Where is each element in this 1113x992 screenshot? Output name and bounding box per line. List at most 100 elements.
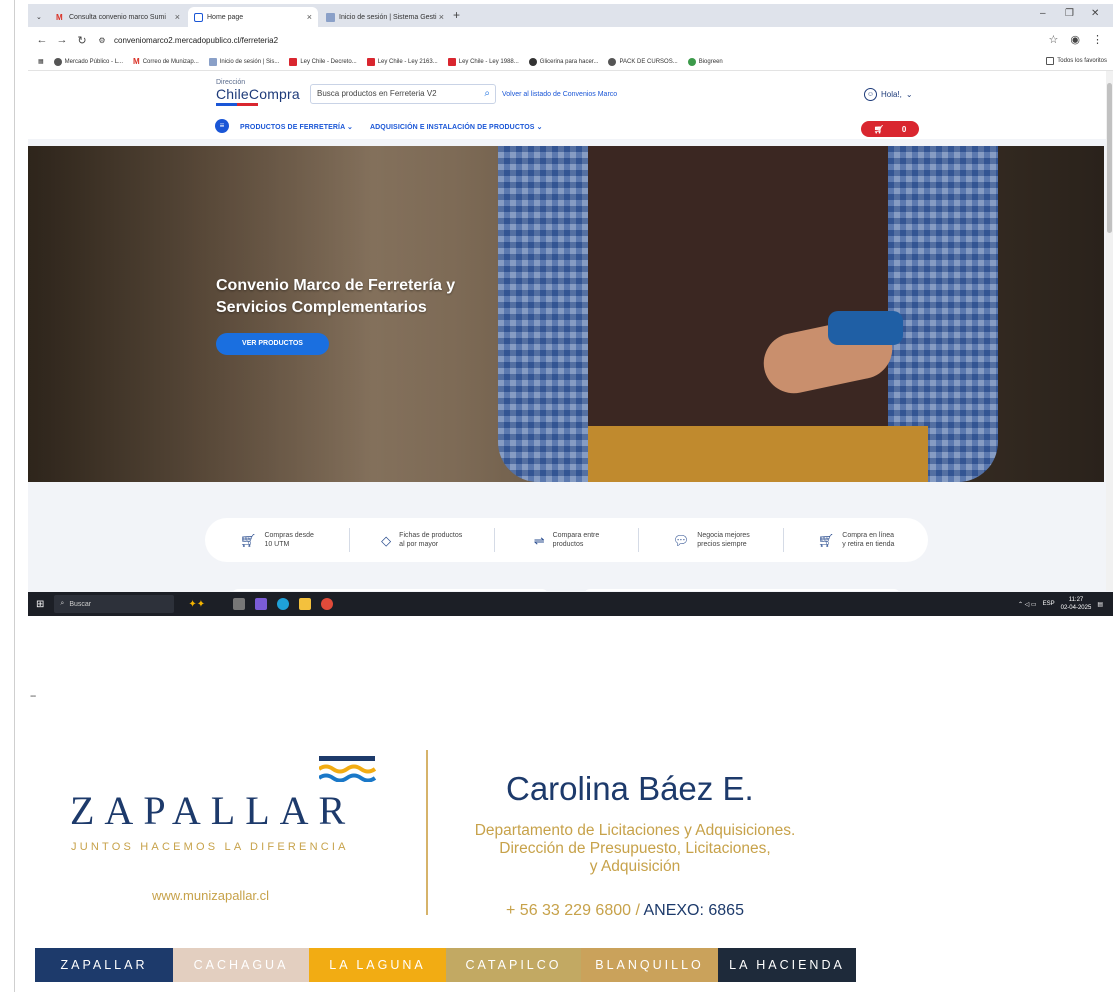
scrollbar-thumb[interactable] [1107, 83, 1112, 233]
screenshot: ⌄ M Consulta convenio marco Sumi × Home … [28, 4, 1113, 616]
close-icon[interactable]: × [307, 12, 312, 22]
tab-label: Inicio de sesión | Sistema Gesti [339, 13, 437, 21]
tray-icons[interactable]: ⌃ ◁ ▭ [1018, 601, 1037, 608]
notification-icon[interactable]: ▤ [1097, 601, 1103, 608]
minimize-icon[interactable]: – [1040, 8, 1046, 19]
apps-icon[interactable]: ▦ [38, 58, 44, 65]
hero-title: Convenio Marco de Ferretería y Servicios… [216, 277, 456, 316]
address-bar-actions: ☆ ◉ ⋮ [1049, 33, 1103, 46]
feature-compara: ⇌ Compara entre productos [495, 528, 640, 552]
signature-name: Carolina Báez E. [506, 770, 754, 807]
site-header: Dirección ChileCompra Busca productos en… [28, 71, 1106, 139]
place-la-laguna: LA LAGUNA [309, 948, 446, 982]
feature-compras-desde: 🛒︎ Compras desde 10 UTM [205, 528, 350, 552]
reload-icon[interactable]: ↻ [76, 34, 88, 47]
tab-home-page[interactable]: Home page × [188, 7, 318, 27]
chevron-down-icon: ⌄ [905, 90, 913, 99]
taskbar-search[interactable]: ⌕ Buscar [54, 595, 175, 613]
ver-productos-button[interactable]: VER PRODUCTOS [216, 333, 329, 355]
file-explorer-icon[interactable] [299, 598, 312, 610]
bookmarks-bar: ▦ Mercado Público - L... M Correo de Muni… [28, 53, 1113, 71]
chat-icon: 💬︎ [672, 532, 690, 548]
search-input[interactable]: Busca productos en Ferreteria V2 ⌕ [310, 84, 496, 104]
hero-banner: Convenio Marco de Ferretería y Servicios… [28, 146, 1104, 482]
gmail-icon: M [56, 12, 63, 22]
quote-rule [14, 0, 15, 992]
user-menu[interactable]: ☺ Hola!, ⌄ [864, 88, 913, 101]
globe-icon [53, 57, 62, 66]
search-icon: ⌕ [60, 600, 65, 607]
tag-icon: ◇ [381, 532, 392, 548]
bookmark-inicio-sesion[interactable]: Inicio de sesión | Sis... [208, 57, 279, 66]
localities-banner: ZAPALLAR CACHAGUA LA LAGUNA CATAPILCO BL… [35, 948, 856, 982]
feature-fichas-productos: ◇ Fichas de productos al por mayor [350, 528, 495, 552]
page-scrollbar[interactable] [1106, 71, 1113, 591]
flower-icon [528, 57, 537, 66]
cart-icon: 🛒︎ [239, 532, 257, 548]
bookmark-biogreen[interactable]: Biogreen [687, 57, 723, 66]
leychile-icon [289, 57, 298, 66]
chilecompra-page: Dirección ChileCompra Busca productos en… [28, 71, 1106, 591]
place-la-hacienda: LA HACIENDA [718, 948, 856, 982]
website-link[interactable]: www.munizapallar.cl [152, 888, 269, 903]
copilot-app-icon[interactable] [255, 598, 268, 610]
back-to-convenios-link[interactable]: Volver al listado de Convenios Marco [502, 91, 617, 98]
cart-icon: 🛒︎ [873, 124, 884, 134]
user-icon: ☺ [864, 88, 877, 101]
hamburger-menu-icon[interactable]: ≡ [215, 119, 229, 133]
windows-taskbar: ⊞ ⌕ Buscar ✦✦ ⌃ ◁ ▭ ESP 11:27 02-04-2025… [28, 592, 1113, 616]
menu-icon[interactable]: ⋮ [1092, 33, 1103, 46]
bookmark-mercado[interactable]: Mercado Público - L... [53, 57, 123, 66]
address-bar: ← → ↻ ⚙ conveniomarco2.mercadopublico.cl… [28, 27, 1113, 53]
all-favorites[interactable]: Todos los favoritos [1046, 57, 1107, 65]
cart-icon: 🛒︎ [817, 532, 835, 548]
bookmark-ley-decreto[interactable]: Ley Chile - Decreto... [289, 57, 357, 66]
star-icon[interactable]: ☆ [1049, 33, 1059, 46]
forward-icon[interactable]: → [56, 34, 68, 46]
tab-bar: ⌄ M Consulta convenio marco Sumi × Home … [28, 4, 1113, 27]
url-field[interactable]: conveniomarco2.mercadopublico.cl/ferrete… [114, 36, 278, 45]
tab-list-button[interactable]: ⌄ [30, 7, 44, 27]
nav-productos-ferreteria[interactable]: PRODUCTOS DE FERRETERÍA ⌄ [240, 123, 353, 131]
bookmark-pack-cursos[interactable]: PACK DE CURSOS... [608, 57, 678, 66]
logo-color-bar [216, 103, 258, 106]
back-icon[interactable]: ← [36, 34, 48, 46]
product-card[interactable] [232, 589, 548, 591]
cart-button[interactable]: 🛒︎ 0 [861, 121, 919, 137]
signature-separator: -- [30, 690, 36, 702]
nav-adquisicion-instalacion[interactable]: ADQUISICIÓN E INSTALACIÓN DE PRODUCTOS ⌄ [370, 123, 543, 131]
bookmark-correo[interactable]: M Correo de Munizap... [133, 57, 199, 66]
bookmark-ley-1988[interactable]: Ley Chile - Ley 1988... [447, 57, 519, 66]
sliders-icon: ⇌ [533, 532, 545, 548]
leychile-icon [447, 57, 456, 66]
profile-icon[interactable]: ◉ [1070, 33, 1080, 46]
signature-divider [426, 750, 428, 915]
tab-consulta[interactable]: M Consulta convenio marco Sumi × [50, 7, 186, 27]
chrome-icon[interactable] [321, 598, 334, 610]
windows-start-icon[interactable]: ⊞ [36, 599, 44, 610]
features-bar: 🛒︎ Compras desde 10 UTM ◇ Fichas de produ… [205, 518, 928, 562]
clock[interactable]: 11:27 02-04-2025 [1061, 596, 1092, 612]
chilecompra-logo[interactable]: Dirección ChileCompra [216, 79, 300, 106]
site-settings-icon[interactable]: ⚙ [96, 36, 108, 45]
bookmark-ley-2163[interactable]: Ley Chile - Ley 2163... [366, 57, 438, 66]
leaf-icon [687, 57, 696, 66]
close-window-icon[interactable]: ✕ [1091, 8, 1099, 19]
tab-inicio-sesion[interactable]: Inicio de sesión | Sistema Gesti × [320, 7, 450, 27]
zapallar-wordmark: ZAPALLAR [70, 788, 356, 833]
search-icon[interactable]: ⌕ [484, 88, 490, 99]
gmail-icon: M [133, 57, 140, 66]
task-view-icon[interactable] [233, 598, 246, 610]
place-blanquillo: BLANQUILLO [581, 948, 718, 982]
place-zapallar: ZAPALLAR [35, 948, 173, 982]
edge-icon[interactable] [277, 598, 290, 610]
system-tray: ⌃ ◁ ▭ ESP 11:27 02-04-2025 ▤ [1017, 596, 1103, 612]
product-card[interactable] [584, 589, 900, 591]
close-icon[interactable]: × [439, 12, 444, 22]
restore-icon[interactable]: ❐ [1065, 8, 1074, 19]
bookmark-glicerina[interactable]: Glicerina para hacer... [528, 57, 598, 66]
close-icon[interactable]: × [175, 12, 180, 22]
feature-negocia: 💬︎ Negocia mejores precios siempre [639, 528, 785, 552]
new-tab-icon[interactable]: + [453, 8, 460, 22]
copilot-sparkle-icon[interactable]: ✦✦ [188, 599, 205, 610]
